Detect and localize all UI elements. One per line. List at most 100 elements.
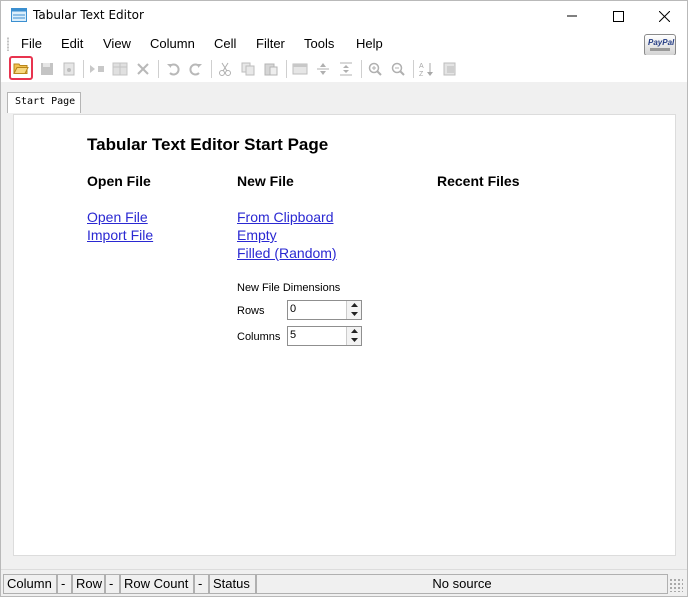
columns-stepper[interactable]: 5 [287,326,362,346]
rows-up-arrow-icon[interactable] [349,301,359,309]
menu-grip [7,37,9,51]
page-title: Tabular Text Editor Start Page [87,135,329,154]
status-column-label: Column [3,574,57,594]
paste-button[interactable] [261,59,281,79]
open-file-link[interactable]: Open File [87,209,148,225]
copy-button[interactable] [238,59,258,79]
status-bar: Column - Row - Row Count - Status No sou… [1,569,687,596]
rows-stepper[interactable]: 0 [287,300,362,320]
columns-up-arrow-icon[interactable] [349,327,359,335]
insert-arrow-icon [90,65,104,73]
columns-label: Columns [237,331,281,343]
zoom-out-button[interactable] [388,59,408,79]
tab-start-page[interactable]: Start Page [7,92,81,113]
new-file-dimensions-label: New File Dimensions [237,282,341,294]
page-settings-icon [443,62,456,76]
menu-column[interactable]: Column [150,36,195,51]
paypal-bar-icon [650,48,670,51]
zoom-out-icon [391,62,405,76]
zoom-in-icon [368,62,382,76]
status-status-label: Status [209,574,256,594]
undo-icon [167,63,180,76]
menu-view[interactable]: View [103,36,131,51]
filled-random-link[interactable]: Filled (Random) [237,245,337,261]
properties-button[interactable] [59,59,79,79]
grid-button[interactable] [110,59,130,79]
columns-value[interactable]: 5 [290,329,296,341]
app-window: Tabular Text Editor File Edit View Colum… [0,0,688,597]
zoom-in-button[interactable] [365,59,385,79]
new-file-heading: New File [237,173,294,189]
expand-vertical-icon [340,62,352,76]
copy-icon [241,62,255,76]
close-button[interactable] [641,1,687,31]
rows-stepper-arrows [346,301,361,319]
open-file-heading: Open File [87,173,151,189]
toolbar-separator [286,60,287,78]
split-vertical-icon [317,63,329,75]
import-file-link[interactable]: Import File [87,227,153,243]
menu-file[interactable]: File [21,36,42,51]
sort-button[interactable]: AZ [417,59,437,79]
fit-rows-button[interactable] [336,59,356,79]
svg-text:A: A [419,63,424,70]
toolbar-separator [361,60,362,78]
app-icon [11,8,27,22]
minimize-button[interactable] [549,1,595,31]
menu-filter[interactable]: Filter [256,36,285,51]
menu-cell[interactable]: Cell [214,36,236,51]
clipboard-icon [264,63,278,76]
cut-button[interactable] [215,59,235,79]
merge-button[interactable] [290,59,310,79]
status-column-value: - [57,574,72,594]
redo-icon [189,63,202,76]
tab-strip: Start Page [1,82,687,113]
svg-text:Z: Z [419,71,424,77]
scissors-icon [219,62,231,76]
toolbar-separator [158,60,159,78]
rows-down-arrow-icon[interactable] [349,310,359,318]
status-row-label: Row [72,574,105,594]
tab-label: Start Page [15,96,76,107]
menu-tools[interactable]: Tools [304,36,334,51]
empty-file-link[interactable]: Empty [237,227,277,243]
columns-down-arrow-icon[interactable] [349,336,359,344]
toolbar: AZ [1,55,687,82]
rows-value[interactable]: 0 [290,303,296,315]
document-icon [63,62,75,76]
status-source: No source [256,574,668,594]
menu-edit[interactable]: Edit [61,36,83,51]
maximize-button[interactable] [595,1,641,31]
filter-button[interactable] [440,59,460,79]
delete-button[interactable] [133,59,153,79]
paypal-donate-button[interactable]: PayPal [644,34,676,56]
title-bar: Tabular Text Editor [1,1,687,31]
split-rows-button[interactable] [313,59,333,79]
insert-column-button[interactable] [87,59,107,79]
open-file-toolbar-button[interactable] [9,56,33,80]
save-button[interactable] [37,59,57,79]
open-folder-icon [13,63,29,74]
menu-bar: File Edit View Column Cell Filter Tools … [1,31,687,56]
redo-button[interactable] [186,59,206,79]
window-title: Tabular Text Editor [33,8,144,22]
paypal-label: PayPal [648,38,675,47]
maximize-icon [612,10,624,22]
toolbar-separator [211,60,212,78]
recent-files-heading: Recent Files [437,173,520,189]
toolbar-separator [83,60,84,78]
from-clipboard-link[interactable]: From Clipboard [237,209,333,225]
sort-az-icon: AZ [419,63,433,77]
start-page-panel: Tabular Text Editor Start Page Open File… [13,114,676,556]
rows-label: Rows [237,305,265,317]
menu-help[interactable]: Help [356,36,383,51]
minimize-icon [567,15,577,17]
close-icon [658,10,670,22]
table-icon [112,62,128,76]
toolbar-separator [413,60,414,78]
columns-stepper-arrows [346,327,361,345]
status-row-value: - [105,574,120,594]
status-rowcount-value: - [194,574,209,594]
undo-button[interactable] [163,59,183,79]
resize-grip-icon[interactable] [669,578,683,592]
